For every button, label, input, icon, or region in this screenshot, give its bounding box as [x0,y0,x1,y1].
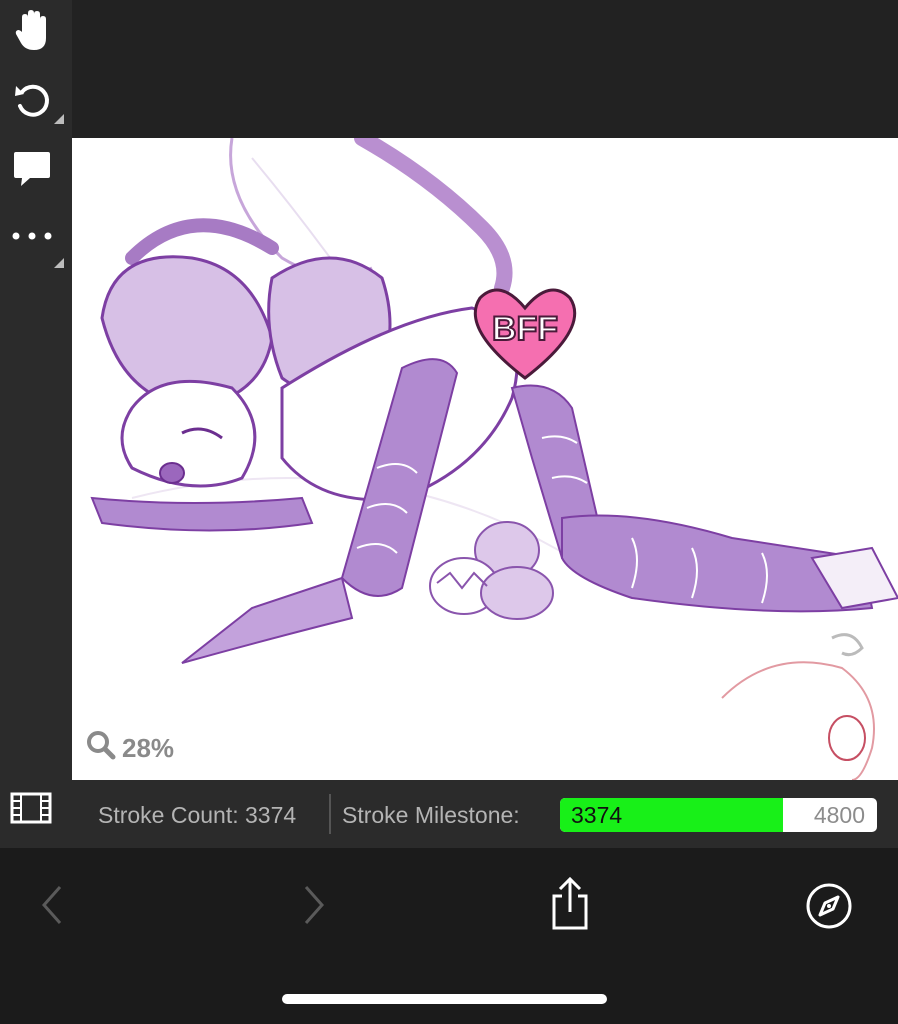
timelapse-button[interactable] [10,792,52,829]
undo-button[interactable] [8,78,64,126]
back-button[interactable] [30,880,74,934]
zoom-level: 28% [122,733,175,763]
share-icon [548,876,592,937]
artwork-sketch: BFF [90,138,898,780]
zoom-indicator: 28% [86,730,174,767]
submenu-corner-icon [54,258,64,268]
hand-tool-button[interactable] [8,8,56,56]
forward-button[interactable] [292,880,336,934]
milestone-target-value: 4800 [813,802,865,828]
safari-button[interactable] [803,882,855,934]
more-icon [10,226,54,251]
submenu-corner-icon [54,114,64,124]
back-icon [40,885,64,930]
comment-button[interactable] [8,146,56,194]
comment-icon [12,148,52,193]
compass-icon [805,882,853,935]
home-indicator [282,994,607,1004]
undo-icon [12,80,52,125]
milestone-current-value: 3374 [571,802,623,828]
bff-badge-text: BFF [492,310,558,348]
hand-icon [12,8,52,57]
stroke-milestone-label: Stroke Milestone: [342,802,520,828]
more-button[interactable] [8,214,64,268]
magnifier-icon [86,730,116,767]
milestone-progress-bar: 3374 4800 [560,798,877,832]
divider [329,794,331,834]
drawing-canvas[interactable]: BFF 28% [72,138,898,780]
film-strip-icon [10,792,52,828]
top-bar [0,0,898,138]
forward-icon [302,885,326,930]
status-bar: Stroke Count: 3374 Stroke Milestone: 337… [0,780,898,848]
browser-toolbar [0,848,898,1024]
share-button[interactable] [545,876,595,936]
tool-sidebar [0,0,72,780]
stroke-count-label: Stroke Count: 3374 [98,802,297,828]
